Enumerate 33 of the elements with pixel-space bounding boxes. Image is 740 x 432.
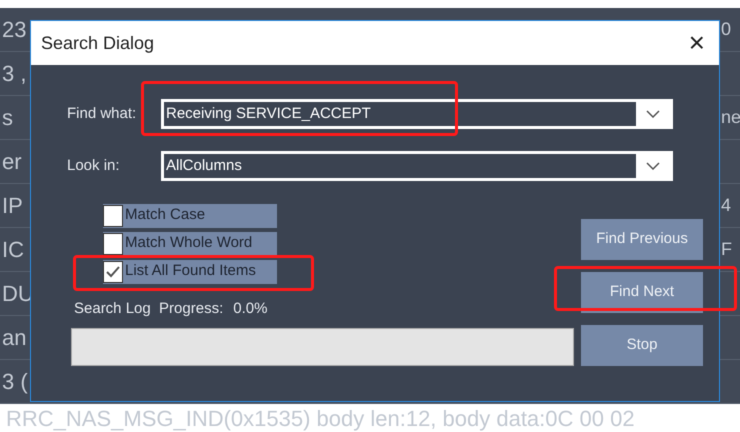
log-fragment: ne bbox=[721, 106, 740, 129]
dropdown-field[interactable]: Receiving SERVICE_ACCEPT bbox=[161, 99, 673, 129]
checkbox[interactable] bbox=[103, 204, 123, 226]
log-fragment: er bbox=[1, 148, 22, 176]
log-fragment: 4 bbox=[721, 194, 732, 217]
field-label: Look in: bbox=[67, 156, 121, 176]
window-title: Search Dialog bbox=[41, 32, 154, 55]
log-fragment: 23 bbox=[1, 16, 26, 44]
log-fragment: 3 , bbox=[1, 60, 26, 88]
checkmark-icon bbox=[106, 266, 120, 278]
log-fragment: an bbox=[1, 324, 26, 352]
log-fragment: IP bbox=[1, 192, 23, 220]
chevron-down-icon bbox=[646, 162, 660, 170]
checkbox-option[interactable]: Match Case bbox=[103, 204, 277, 228]
log-line: RRC_NAS_MSG_IND(0x1535) body len:12, body data:0C 00 02 bbox=[6, 404, 635, 432]
dialog-button[interactable]: Find Previous bbox=[581, 219, 703, 260]
checkbox[interactable] bbox=[103, 260, 123, 282]
chevron-down-icon bbox=[646, 110, 660, 118]
field-label: Find what: bbox=[67, 104, 138, 124]
log-fragment: F bbox=[721, 238, 733, 261]
dropdown-field[interactable]: AllColumns bbox=[161, 151, 673, 181]
checkbox-option[interactable]: Match Whole Word bbox=[103, 232, 277, 256]
log-fragment: IC bbox=[1, 236, 24, 264]
checkbox-option[interactable]: List All Found Items bbox=[103, 260, 277, 284]
progress-value: 0.0% bbox=[233, 298, 268, 318]
close-button[interactable]: × bbox=[684, 29, 709, 57]
dialog-button[interactable]: Find Next bbox=[581, 272, 703, 313]
progress-label: Search Log Progress: bbox=[74, 298, 224, 318]
log-fragment: 3 ( bbox=[1, 368, 28, 396]
log-fragment: s bbox=[1, 104, 13, 132]
dialog-button[interactable]: Stop bbox=[581, 325, 703, 366]
checkbox[interactable] bbox=[103, 232, 123, 254]
log-fragment: 0 bbox=[721, 18, 732, 41]
